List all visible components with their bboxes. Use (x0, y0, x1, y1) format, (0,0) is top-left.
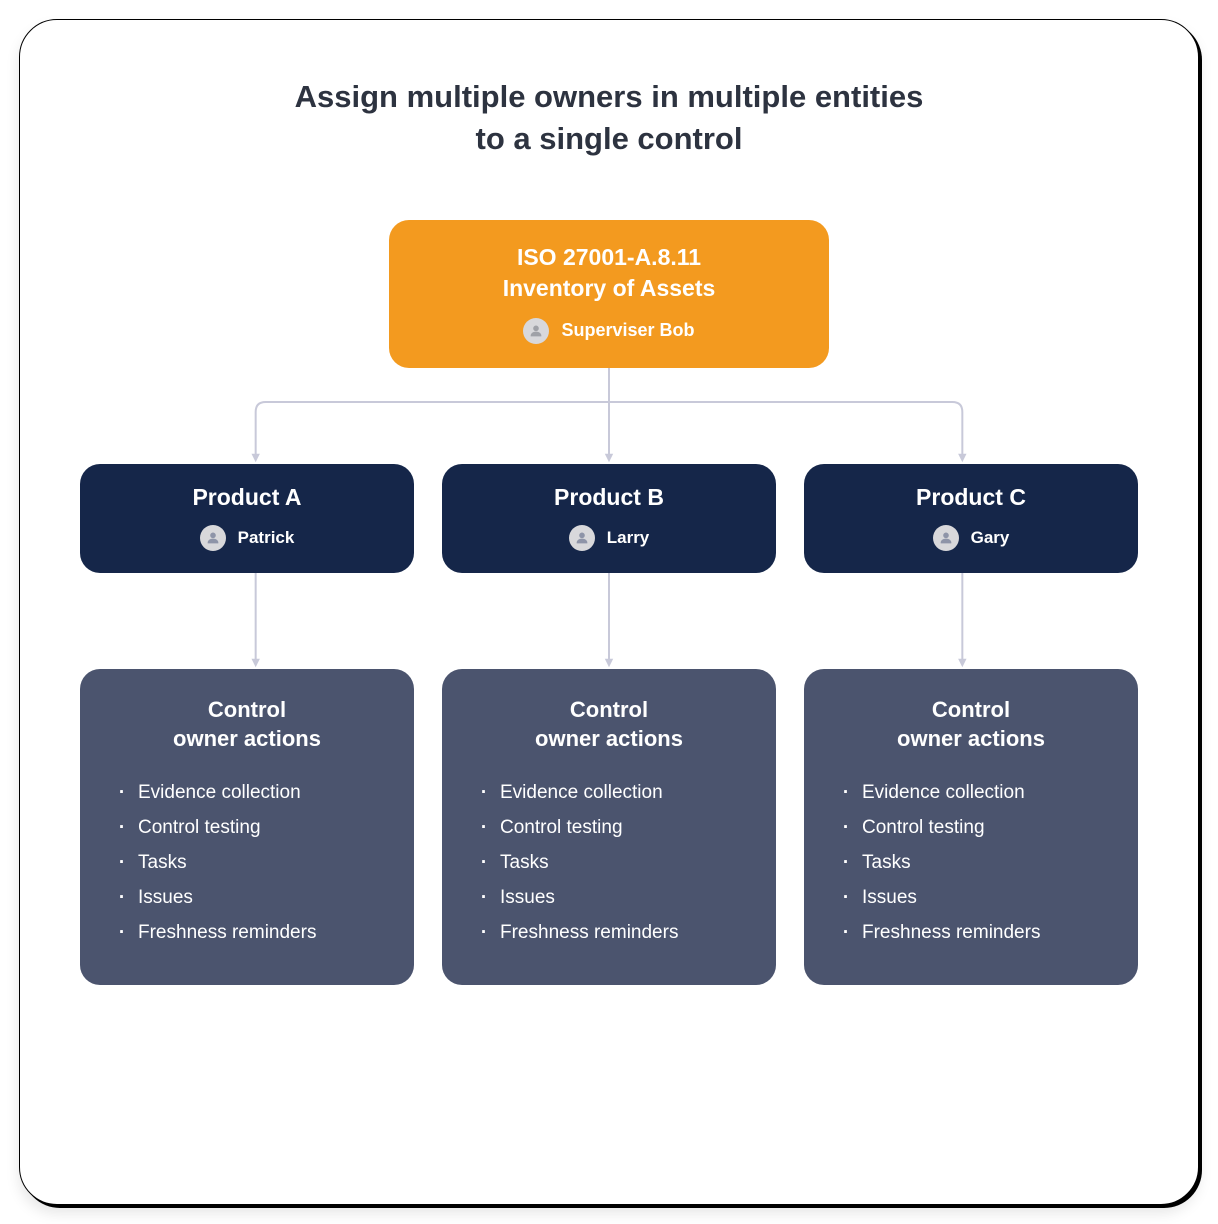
action-item: Evidence collection (110, 775, 384, 810)
person-icon (200, 525, 226, 551)
action-item: Evidence collection (834, 775, 1108, 810)
title-line-2: to a single control (476, 121, 743, 156)
person-icon (933, 525, 959, 551)
product-owner-name: Gary (971, 528, 1010, 548)
actions-title: Control owner actions (834, 695, 1108, 753)
actions-title: Control owner actions (110, 695, 384, 753)
control-node: ISO 27001-A.8.11 Inventory of Assets Sup… (389, 220, 829, 368)
action-item: Control testing (110, 810, 384, 845)
control-owner-name: Superviser Bob (561, 320, 694, 341)
diagram-title: Assign multiple owners in multiple entit… (295, 76, 924, 160)
control-name: Inventory of Assets (439, 273, 779, 304)
product-name: Product B (462, 484, 756, 511)
person-icon (569, 525, 595, 551)
action-item: Issues (834, 880, 1108, 915)
action-item: Issues (110, 880, 384, 915)
connector-bottom (80, 573, 1138, 669)
actions-node-a: Control owner actions Evidence collectio… (80, 669, 414, 985)
product-owner-row: Gary (824, 525, 1118, 551)
action-item: Issues (472, 880, 746, 915)
product-owner-row: Patrick (100, 525, 394, 551)
connector-top (80, 368, 1138, 464)
product-name: Product A (100, 484, 394, 511)
action-item: Freshness reminders (110, 915, 384, 950)
action-item: Control testing (834, 810, 1108, 845)
action-item: Tasks (472, 845, 746, 880)
product-node-a: Product A Patrick (80, 464, 414, 573)
actions-node-b: Control owner actions Evidence collectio… (442, 669, 776, 985)
actions-row: Control owner actions Evidence collectio… (80, 669, 1138, 985)
actions-list: Evidence collection Control testing Task… (110, 775, 384, 951)
actions-title: Control owner actions (472, 695, 746, 753)
products-row: Product A Patrick Product B Larry Produc… (80, 464, 1138, 573)
actions-list: Evidence collection Control testing Task… (472, 775, 746, 951)
actions-list: Evidence collection Control testing Task… (834, 775, 1108, 951)
product-name: Product C (824, 484, 1118, 511)
action-item: Freshness reminders (834, 915, 1108, 950)
product-owner-name: Larry (607, 528, 650, 548)
diagram-card: Assign multiple owners in multiple entit… (19, 19, 1199, 1205)
action-item: Tasks (834, 845, 1108, 880)
control-owner-row: Superviser Bob (439, 318, 779, 344)
title-line-1: Assign multiple owners in multiple entit… (295, 79, 924, 114)
action-item: Tasks (110, 845, 384, 880)
product-node-b: Product B Larry (442, 464, 776, 573)
product-owner-name: Patrick (238, 528, 295, 548)
product-owner-row: Larry (462, 525, 756, 551)
action-item: Freshness reminders (472, 915, 746, 950)
action-item: Evidence collection (472, 775, 746, 810)
person-icon (523, 318, 549, 344)
control-code: ISO 27001-A.8.11 (439, 242, 779, 273)
action-item: Control testing (472, 810, 746, 845)
product-node-c: Product C Gary (804, 464, 1138, 573)
actions-node-c: Control owner actions Evidence collectio… (804, 669, 1138, 985)
